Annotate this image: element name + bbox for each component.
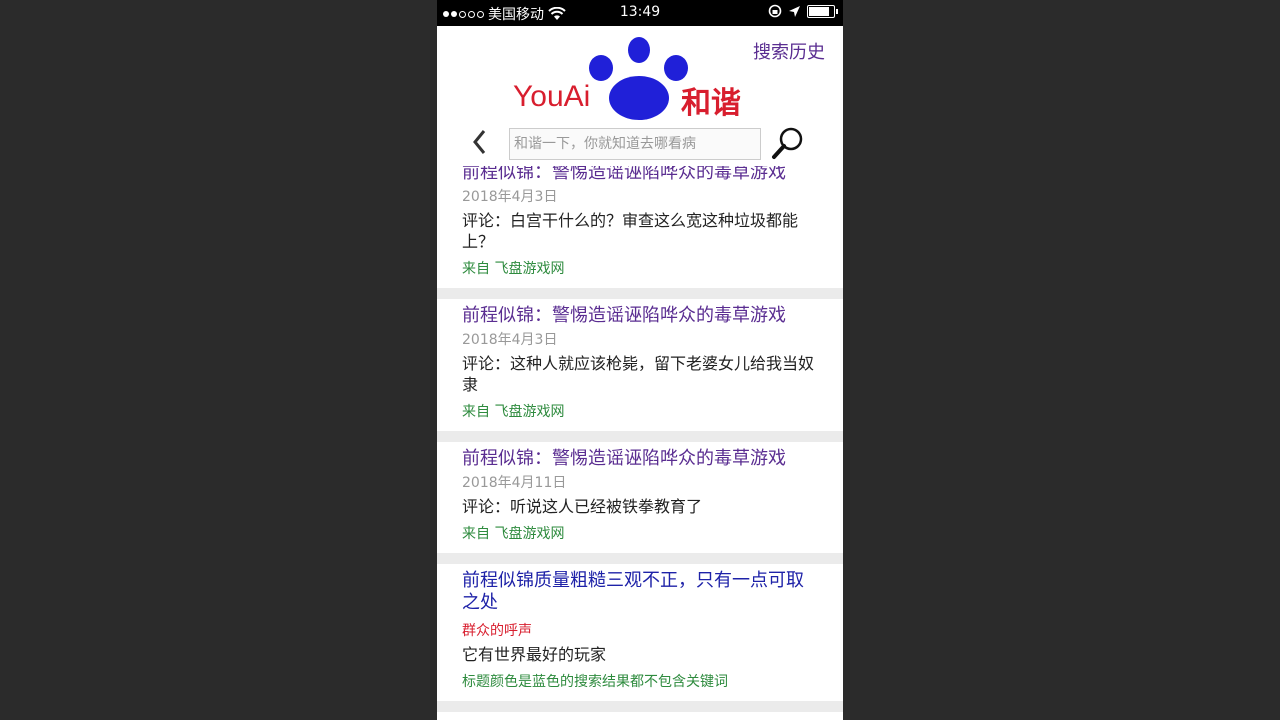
result-comment: 它有世界最好的玩家 [462,645,607,664]
result-card[interactable]: 前程似锦质量粗糙三观不正，只有一点可取之处 群众的呼声 它有世界最好的玩家 标题… [437,564,843,712]
status-bar: 美国移动 13:49 [437,0,843,26]
logo-chinese: 和谐 [681,86,741,121]
result-source[interactable]: 来自 飞盘游戏网 [462,401,818,421]
result-title[interactable]: 前程似锦：警惕造谣诬陷哗众的毒草游戏 [462,448,818,470]
back-button[interactable] [471,128,487,161]
result-comment: 评论：听说这人已经被铁拳教育了 [462,497,703,516]
search-input[interactable] [509,128,761,160]
result-title[interactable]: 前程似锦：警惕造谣诬陷哗众的毒草游戏 [462,305,818,327]
paw-logo-icon [589,37,688,120]
result-title[interactable]: 前程似锦质量粗糙三观不正，只有一点可取之处 [462,570,818,614]
battery-fill [809,6,829,16]
result-card[interactable]: 前程似锦：警惕造谣诬陷哗众的毒草游戏 2018年4月3日 评论：这种人就应该枪毙… [437,299,843,442]
chevron-left-icon [473,130,486,154]
rotation-lock-icon [768,4,782,18]
result-date: 2018年4月3日 [462,332,558,348]
result-card[interactable]: 前程似锦：警惕造谣诬陷哗众的毒草游戏 2018年4月11日 评论：听说这人已经被… [437,442,843,564]
result-note: 标题颜色是蓝色的搜索结果都不包含关键词 [462,674,728,690]
result-date: 2018年4月3日 [462,189,558,205]
battery-icon [807,4,838,18]
results-list: 前程似锦：警惕造谣诬陷哗众的毒草游戏 2018年4月3日 评论：白宫干什么的？审… [437,156,843,712]
status-icons [768,4,838,18]
result-source[interactable]: 来自 飞盘游戏网 [462,258,818,278]
result-source[interactable]: 来自 飞盘游戏网 [462,523,818,543]
result-comment: 评论：这种人就应该枪毙，留下老婆女儿给我当奴隶 [462,354,815,394]
search-history-link[interactable]: 搜索历史 [753,38,825,64]
logo-text: YouAi [513,80,591,113]
result-voice-tag: 群众的呼声 [462,623,532,639]
magnifier-icon [772,127,803,159]
result-comment: 评论：白宫干什么的？审查这么宽这种垃圾都能上？ [462,211,799,251]
result-card[interactable]: 前程似锦：警惕造谣诬陷哗众的毒草游戏 2018年4月3日 评论：白宫干什么的？审… [437,156,843,299]
search-header: 搜索历史 YouAi 和谐 [437,26,843,166]
result-date: 2018年4月11日 [462,475,567,491]
location-arrow-icon [789,5,800,17]
search-button[interactable] [771,126,805,160]
phone-screen: 美国移动 13:49 搜索历史 YouAi 和谐 和谐一下，你就知道去哪看病 前… [437,0,843,720]
